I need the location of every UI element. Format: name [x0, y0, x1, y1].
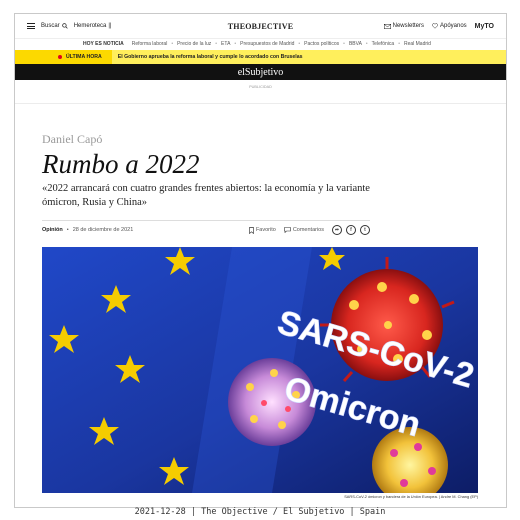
- meta-divider: [42, 220, 370, 221]
- search-icon: [61, 23, 68, 29]
- twitter-icon[interactable]: t: [360, 225, 370, 235]
- image-caption: SARS-CoV-2 ómicron y bandera de la Unión…: [344, 494, 478, 499]
- trending-item[interactable]: Telefónica: [372, 41, 395, 47]
- trending-item[interactable]: Pactos políticos: [304, 41, 339, 47]
- breaking-headline[interactable]: El Gobierno aprueba la reforma laboral y…: [111, 50, 506, 64]
- site-logo[interactable]: THEOBJECTIVE: [228, 22, 294, 31]
- share-icon[interactable]: ➦: [332, 225, 342, 235]
- trending-item[interactable]: Precio de la luz: [177, 41, 211, 47]
- footer-caption: 2021-12-28 | The Objective / El Subjetiv…: [134, 507, 386, 517]
- trending-item[interactable]: Reforma laboral: [132, 41, 168, 47]
- comment-icon: [284, 227, 291, 233]
- trending-item[interactable]: BBVA: [349, 41, 362, 47]
- newsletters-label: Newsletters: [392, 23, 424, 29]
- hemeroteca-link[interactable]: Hemeroteca ||: [74, 23, 112, 29]
- hemeroteca-label: Hemeroteca: [73, 23, 107, 29]
- trending-item[interactable]: Presupuestos de Madrid: [240, 41, 294, 47]
- favorite-label: Favorito: [255, 227, 276, 233]
- heart-icon: [432, 23, 438, 29]
- breaking-news-bar: ÚLTIMA HORA El Gobierno aprueba la refor…: [15, 50, 506, 64]
- top-bar: Buscar Hemeroteca || THEOBJECTIVE Newsle…: [15, 14, 506, 39]
- trending-nav: HOY ES NOTICIA Reforma laboral • Precio d…: [83, 41, 431, 47]
- newsletters-link[interactable]: Newsletters: [383, 23, 424, 29]
- comments-label: Comentarios: [292, 227, 324, 233]
- ad-divider: [15, 103, 506, 104]
- breaking-tag: ÚLTIMA HORA: [15, 50, 112, 64]
- trending-item[interactable]: Real Madrid: [404, 41, 431, 47]
- search-button[interactable]: Buscar: [41, 23, 68, 29]
- hemeroteca-icon: ||: [108, 23, 112, 29]
- article-date: 28 de diciembre de 2021: [72, 227, 134, 233]
- article-title: Rumbo a 2022: [42, 149, 200, 179]
- meta-separator: •: [66, 227, 69, 233]
- favorite-button[interactable]: Favorito: [249, 226, 276, 234]
- support-link[interactable]: Apóyanos: [432, 23, 467, 29]
- section-bar: elSubjetivo: [15, 64, 506, 80]
- mail-icon: [383, 23, 391, 29]
- article-actions: Favorito Comentarios ➦ f t: [249, 225, 370, 235]
- top-bar-right: Newsletters Apóyanos MyTO: [383, 23, 494, 30]
- trending-label: HOY ES NOTICIA: [83, 41, 124, 47]
- author-name[interactable]: Daniel Capó: [42, 132, 102, 147]
- article-meta: Opinión • 28 de diciembre de 2021 Favori…: [42, 223, 370, 237]
- support-label: Apóyanos: [439, 23, 467, 29]
- browser-page: Buscar Hemeroteca || THEOBJECTIVE Newsle…: [14, 13, 507, 508]
- article-image: SARS-CoV-2 Omicron: [42, 247, 478, 493]
- article-section[interactable]: Opinión: [42, 227, 63, 233]
- facebook-icon[interactable]: f: [346, 225, 356, 235]
- myto-button[interactable]: MyTO: [475, 23, 494, 30]
- breaking-tag-label: ÚLTIMA HORA: [66, 54, 102, 60]
- article-subtitle: «2022 arrancará con cuatro grandes frent…: [42, 183, 370, 208]
- bookmark-icon: [249, 226, 254, 234]
- menu-icon[interactable]: [27, 23, 35, 29]
- trending-item[interactable]: ETA: [221, 41, 230, 47]
- comments-button[interactable]: Comentarios: [284, 227, 324, 233]
- live-dot-icon: [58, 55, 62, 59]
- section-logo[interactable]: elSubjetivo: [238, 67, 284, 78]
- search-label: Buscar: [41, 23, 60, 29]
- ad-label: PUBLICIDAD: [249, 85, 272, 89]
- covid-eu-flag-illustration: SARS-CoV-2 Omicron: [42, 247, 478, 493]
- top-bar-left: Buscar Hemeroteca ||: [27, 23, 112, 29]
